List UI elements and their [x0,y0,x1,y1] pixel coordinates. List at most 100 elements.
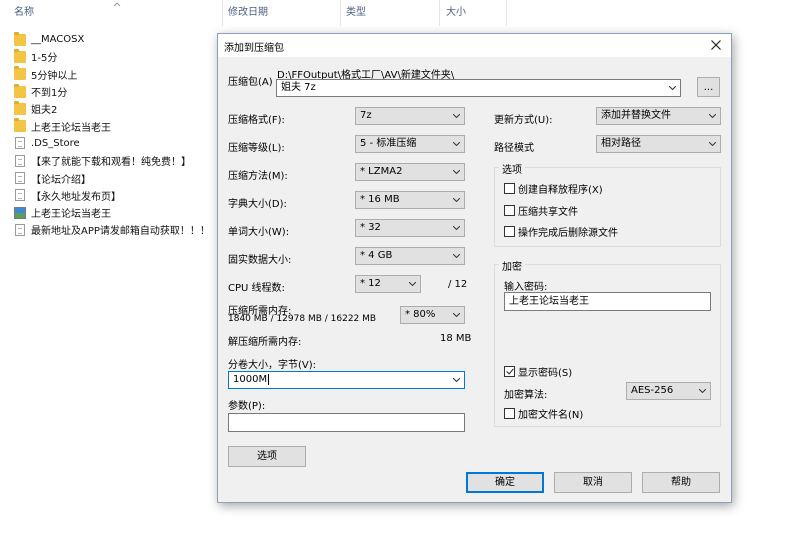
word-select[interactable]: * 32 [355,219,465,237]
level-label: 压缩等级(L): [228,143,285,154]
word-value: * 32 [360,222,381,233]
column-header-type[interactable]: 类型 [346,0,366,26]
solid-value: * 4 GB [360,250,393,261]
mem-percent-select[interactable]: * 80% [400,306,465,324]
chevron-down-icon [709,142,716,146]
options-button[interactable]: 选项 [228,446,306,467]
folder-icon [14,31,26,46]
encrypt-names-checkbox[interactable]: 加密文件名(N) [504,406,583,421]
level-select[interactable]: 5 - 标准压缩 [355,135,465,153]
folder-icon [14,118,26,133]
dict-select[interactable]: * 16 MB [355,191,465,209]
list-item[interactable]: 1-5分 [14,48,210,65]
sfx-label: 创建自释放程序(X) [518,185,603,196]
column-header-size[interactable]: 大小 [446,0,466,26]
folder-icon [14,100,26,115]
checkbox[interactable] [504,366,515,377]
list-item[interactable]: 【论坛介绍】 [14,169,210,186]
params-input[interactable] [228,413,465,432]
ok-button[interactable]: 确定 [466,472,544,493]
column-separator[interactable] [439,0,440,26]
options-group-title: 选项 [499,161,525,176]
chevron-down-icon [453,378,460,382]
mem-percent-value: * 80% [405,309,436,320]
list-item[interactable]: 姐夫2 [14,100,210,117]
close-icon[interactable] [707,36,725,54]
chevron-down-icon [409,282,416,286]
image-file-icon [14,206,26,219]
list-item[interactable]: 最新地址及APP请发邮箱自动获取！！！ [14,221,210,238]
shared-label: 压缩共享文件 [518,207,578,218]
method-select[interactable]: * LZMA2 [355,163,465,181]
archive-name-value: 姐夫 7z [281,82,316,93]
chevron-down-icon [453,114,460,118]
list-item[interactable]: __MACOSX [14,31,210,48]
folder-icon [14,83,26,98]
solid-select[interactable]: * 4 GB [355,247,465,265]
folder-icon [14,66,26,81]
format-select[interactable]: 7z [355,107,465,125]
list-item[interactable]: .DS_Store [14,135,210,152]
dialog-title: 添加到压缩包 [224,43,284,54]
shared-checkbox[interactable]: 压缩共享文件 [504,203,578,218]
chevron-down-icon [453,226,460,230]
format-value: 7z [360,110,372,121]
update-value: 添加并替换文件 [601,110,671,121]
checkbox[interactable] [504,205,515,216]
encryption-group-title: 加密 [499,258,525,273]
browse-button[interactable]: ... [697,77,720,97]
list-item[interactable]: 【永久地址发布页】 [14,187,210,204]
column-header-modified[interactable]: 修改日期 [228,0,268,26]
delete-label: 操作完成后删除源文件 [518,228,618,239]
file-list: __MACOSX 1-5分 5分钟以上 不到1分 姐夫2 上老王论坛当老王 .D… [14,31,210,239]
cancel-button[interactable]: 取消 [554,472,632,493]
threads-total: / 12 [448,279,468,290]
sfx-checkbox[interactable]: 创建自释放程序(X) [504,181,603,196]
solid-label: 固实数据大小: [228,255,292,266]
threads-select[interactable]: * 12 [355,275,421,293]
archive-name-combo[interactable]: 姐夫 7z [276,79,681,97]
dict-value: * 16 MB [360,194,400,205]
dict-label: 字典大小(D): [228,199,287,210]
list-item[interactable]: 上老王论坛当老王 [14,204,210,221]
column-separator[interactable] [506,0,507,26]
checkbox[interactable] [504,408,515,419]
chevron-down-icon [453,142,460,146]
enc-method-label: 加密算法: [504,390,548,401]
list-item[interactable]: 【来了就能下载和观看！纯免费！】 [14,152,210,169]
help-button[interactable]: 帮助 [642,472,720,493]
chevron-down-icon [453,198,460,202]
text-caret [268,373,270,385]
column-separator[interactable] [340,0,341,26]
password-input[interactable]: 上老王论坛当老王 [504,292,711,311]
chevron-down-icon [709,114,716,118]
dialog-titlebar[interactable]: 添加到压缩包 [218,34,731,57]
path-label: 路径模式 [494,143,534,154]
show-password-checkbox[interactable]: 显示密码(S) [504,364,572,379]
column-header-name[interactable]: 名称 [14,0,34,26]
encrypt-names-label: 加密文件名(N) [518,410,584,421]
split-size-combo[interactable]: 1000M [228,371,465,389]
params-label: 参数(P): [228,401,266,412]
enc-method-select[interactable]: AES-256 [626,382,711,400]
update-select[interactable]: 添加并替换文件 [596,107,721,125]
delete-checkbox[interactable]: 操作完成后删除源文件 [504,224,618,239]
split-size-value: 1000M [233,374,268,385]
threads-value: * 12 [360,278,381,289]
archive-label: 压缩包(A) [228,77,273,88]
path-select[interactable]: 相对路径 [596,135,721,153]
enc-method-value: AES-256 [631,385,674,396]
word-label: 单词大小(W): [228,227,290,238]
add-to-archive-dialog: 添加到压缩包 压缩包(A) D:\FFOutput\格式工厂\AV\新建文件夹\… [217,33,732,503]
list-item[interactable]: 上老王论坛当老王 [14,117,210,134]
column-separator[interactable] [222,0,223,26]
update-label: 更新方式(U): [494,115,553,126]
file-icon [15,154,25,167]
list-item[interactable]: 不到1分 [14,83,210,100]
format-label: 压缩格式(F): [228,115,285,126]
checkbox[interactable] [504,183,515,194]
chevron-down-icon [453,254,460,258]
checkbox[interactable] [504,226,515,237]
list-item[interactable]: 5分钟以上 [14,66,210,83]
file-icon [15,137,25,150]
